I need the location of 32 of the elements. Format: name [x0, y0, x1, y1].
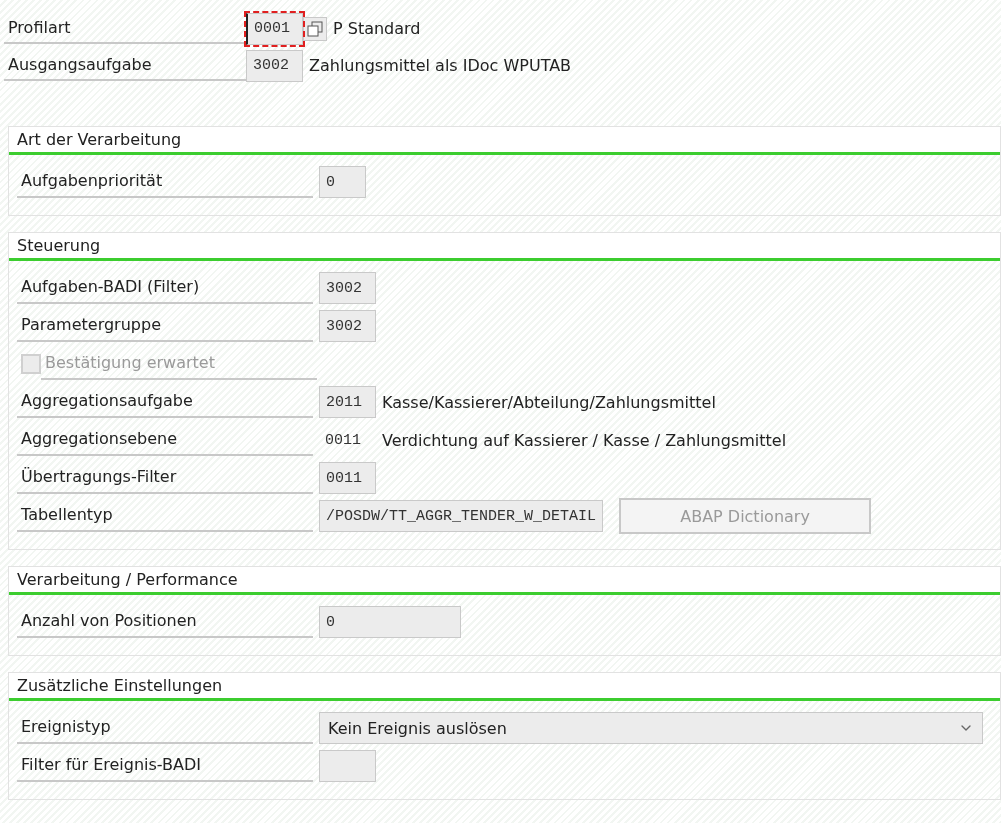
input-field[interactable]: 0001	[246, 12, 303, 45]
field-label: Aggregationsebene	[17, 424, 313, 456]
input-field[interactable]: 3002	[246, 49, 303, 82]
checkbox-label: Bestätigung erwartet	[41, 348, 317, 380]
input-field[interactable]: /POSDW/TT_AGGR_TENDER_W_DETAIL	[319, 500, 604, 532]
field-description: Kasse/Kassierer/Abteilung/Zahlungsmittel	[382, 392, 716, 412]
input-field[interactable]: 2011	[319, 386, 376, 418]
field-label: Parametergruppe	[17, 310, 313, 342]
input-field[interactable]: 3002	[319, 310, 376, 342]
field-description: Verdichtung auf Kassierer / Kasse / Zahlungsmittel	[382, 430, 787, 450]
input-field[interactable]: 0	[319, 606, 461, 638]
field-description: Zahlungsmittel als IDoc WPUTAB	[309, 56, 572, 75]
field-label: Filter für Ereignis-BADI	[17, 750, 313, 782]
section-title: Steuerung	[9, 233, 1000, 261]
input-field[interactable]: 0	[319, 166, 366, 198]
field-label: Aggregationsaufgabe	[17, 386, 313, 418]
dropdown[interactable]: Kein Ereignis auslösen	[319, 712, 983, 744]
field-label: Anzahl von Positionen	[17, 606, 313, 638]
section-title: Zusätzliche Einstellungen	[9, 673, 1000, 701]
input-field[interactable]: 3002	[319, 272, 376, 304]
field-label: Aufgaben-BADI (Filter)	[17, 272, 313, 304]
field-label: Ereignistyp	[17, 712, 313, 744]
value-help-icon[interactable]	[303, 16, 327, 41]
section-title: Verarbeitung / Performance	[9, 567, 1000, 595]
section-title: Art der Verarbeitung	[9, 127, 1000, 155]
field-description: P Standard	[333, 19, 421, 38]
field-value: 0011	[324, 430, 362, 451]
input-field[interactable]	[319, 750, 376, 782]
input-field[interactable]: 0011	[319, 462, 376, 494]
field-label: Übertragungs-Filter	[17, 462, 313, 494]
field-label: Aufgabenpriorität	[17, 166, 313, 198]
field-label: Tabellentyp	[17, 500, 313, 532]
